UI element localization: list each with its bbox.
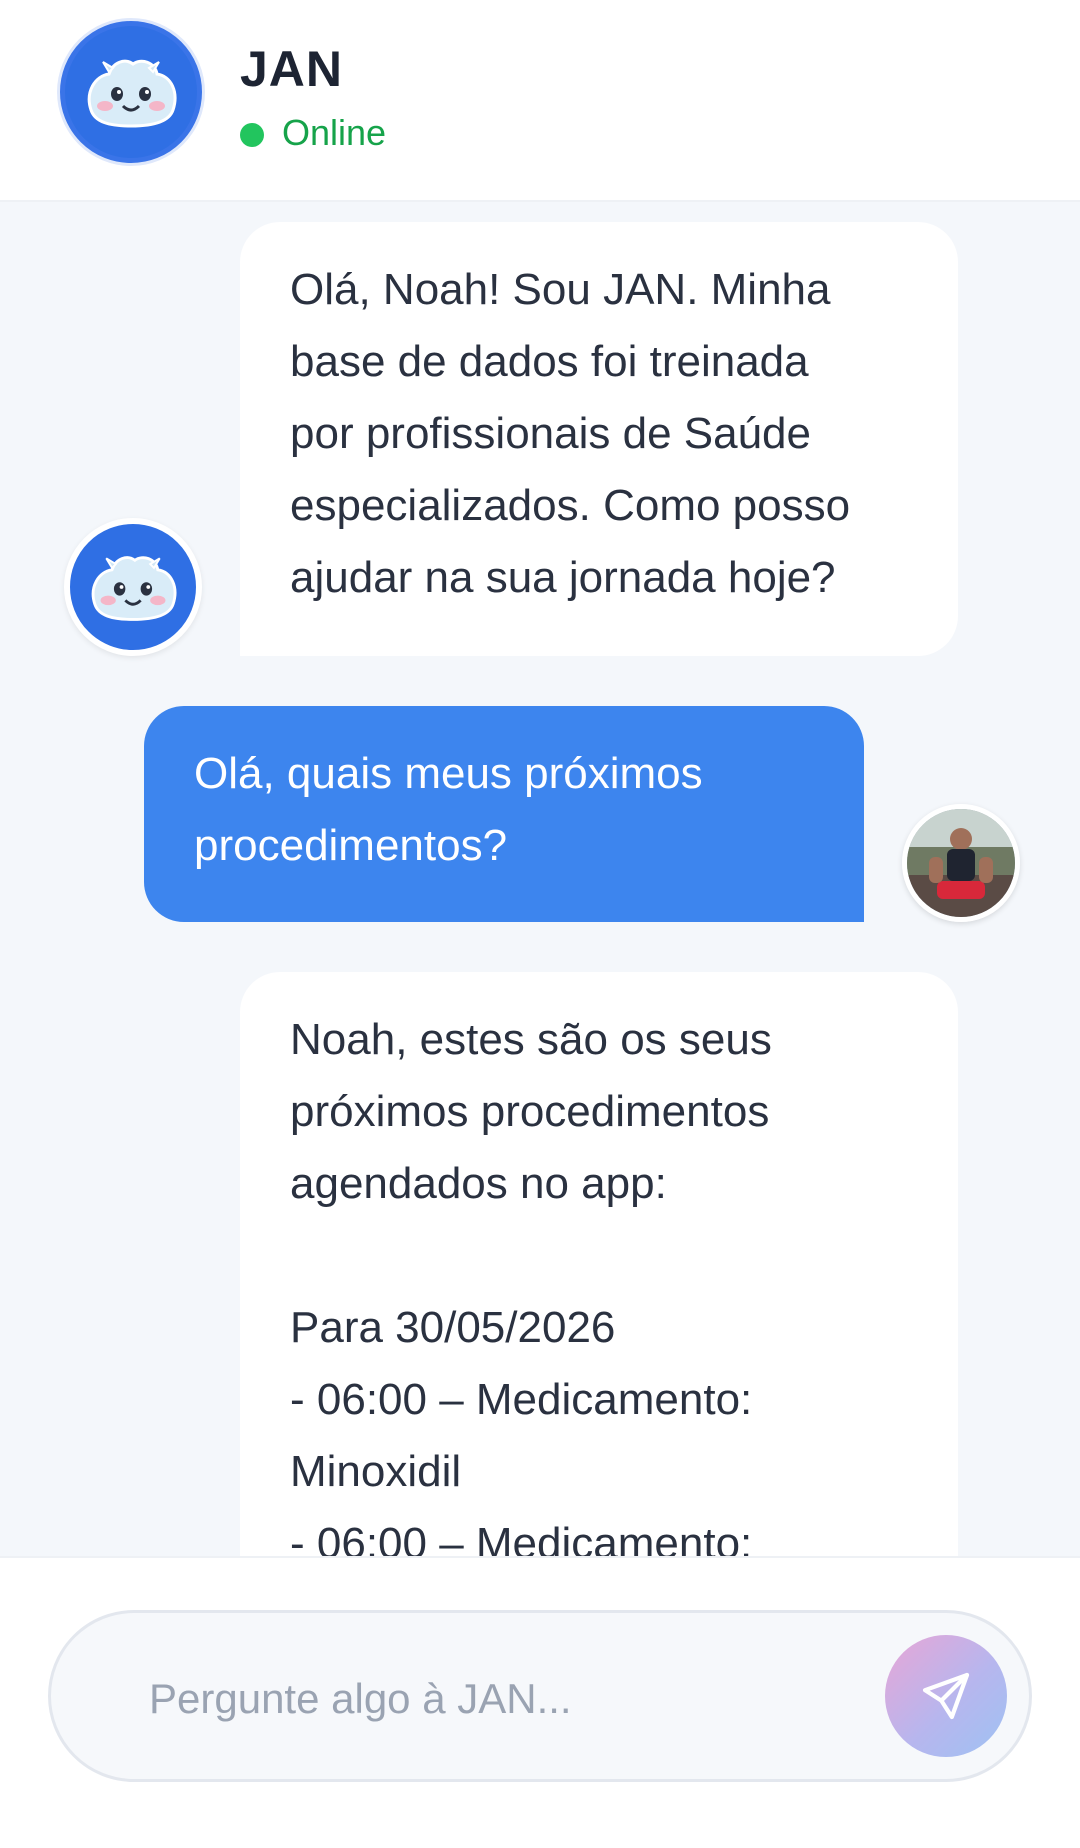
message-input-wrapper xyxy=(48,1610,1032,1782)
send-button[interactable] xyxy=(885,1635,1007,1757)
user-avatar xyxy=(902,804,1020,922)
chat-messages[interactable]: Olá, Noah! Sou JAN. Minha base de dados … xyxy=(0,202,1080,1556)
message-input[interactable] xyxy=(147,1663,791,1735)
message-composer xyxy=(0,1556,1080,1848)
jan-mascot-icon xyxy=(87,59,177,128)
send-icon xyxy=(922,1672,970,1720)
bot-avatar xyxy=(64,518,202,656)
bot-message: Noah, estes são os seus próximos procedi… xyxy=(240,972,958,1556)
chat-title: JAN xyxy=(240,41,344,97)
user-photo-icon xyxy=(907,809,1015,917)
online-status-label: Online xyxy=(282,112,387,153)
chat-header: JAN Online xyxy=(0,0,1080,202)
user-message: Olá, quais meus próximos procedimentos? xyxy=(144,706,864,922)
online-status-dot xyxy=(240,123,264,147)
jan-mascot-icon xyxy=(91,556,177,621)
bot-message: Olá, Noah! Sou JAN. Minha base de dados … xyxy=(240,222,958,656)
jan-avatar[interactable] xyxy=(60,21,202,163)
